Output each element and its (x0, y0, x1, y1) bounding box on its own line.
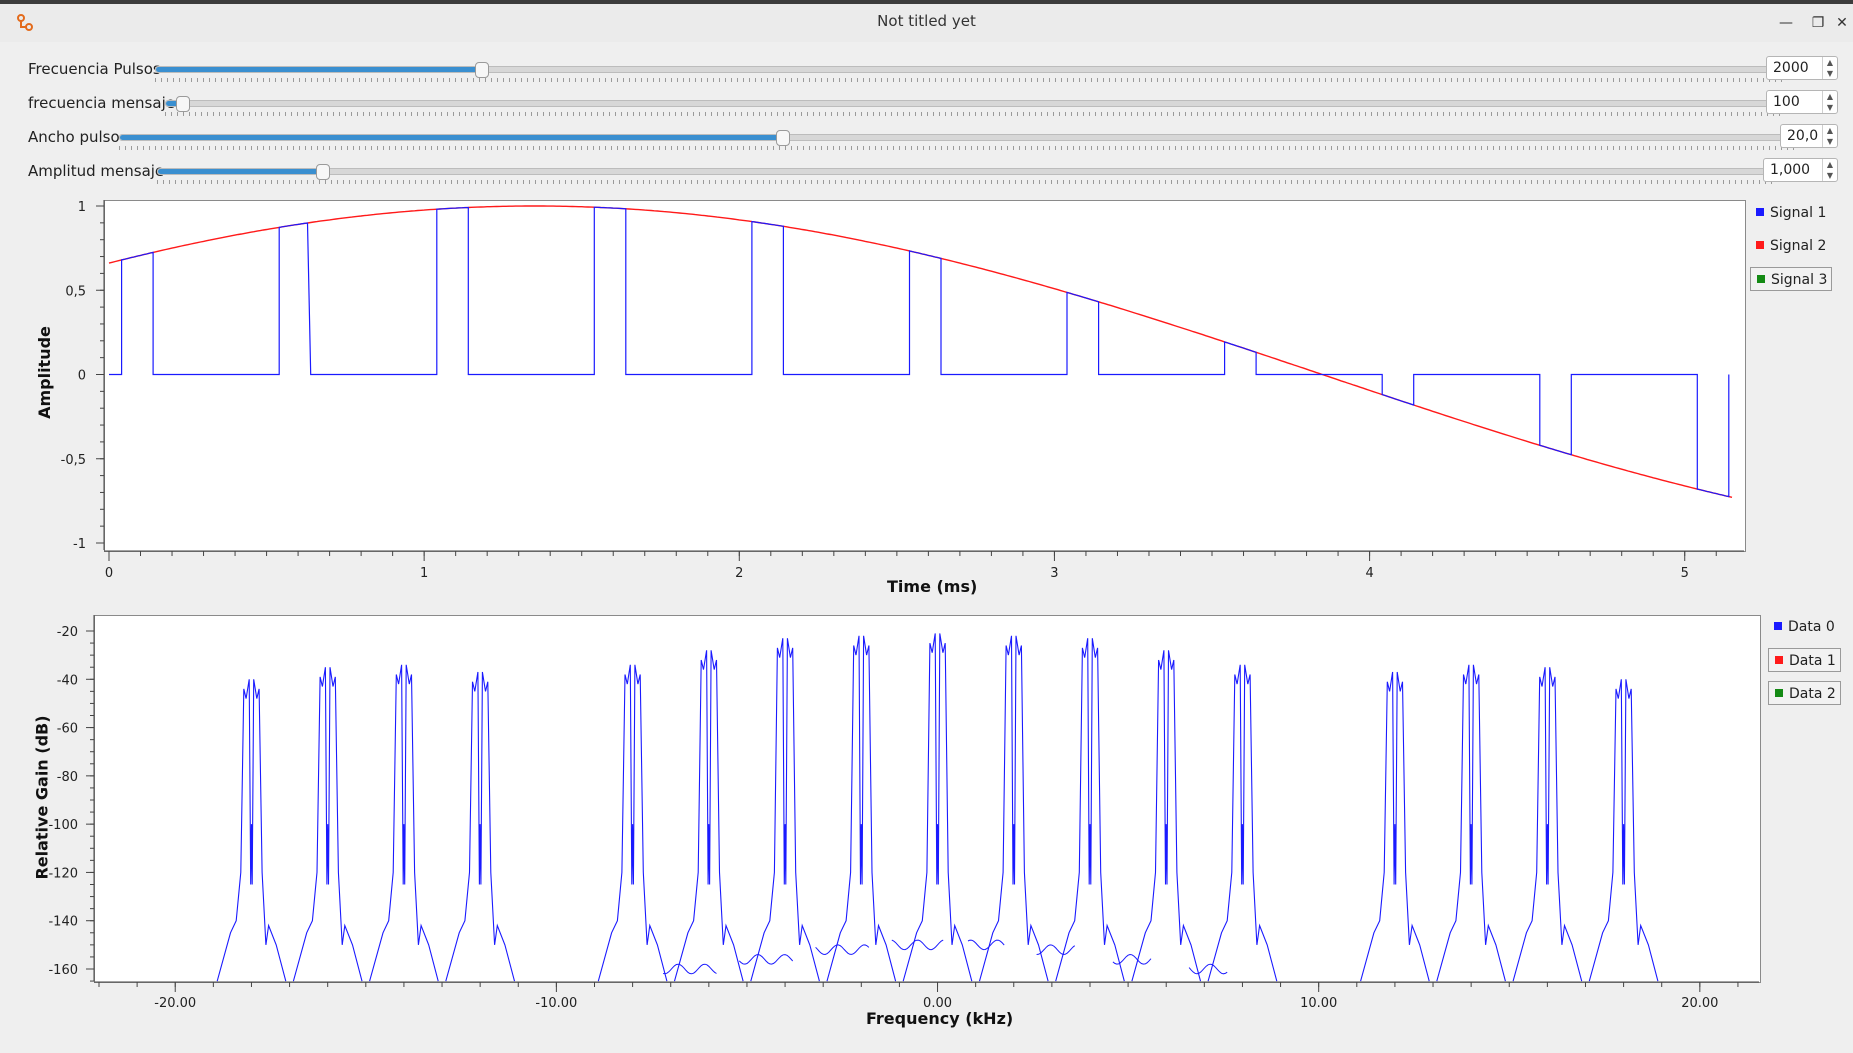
freq-peak (1512, 667, 1583, 982)
freq-y-tick-label: -60 (57, 722, 78, 737)
freq-x-tick-label: 20.00 (1681, 996, 1718, 1011)
freq-peak (902, 633, 973, 982)
freq-peak (216, 679, 287, 982)
freq-y-tick-label: -160 (48, 963, 78, 978)
freq-noise-floor (815, 944, 870, 956)
freq-peak (750, 638, 820, 982)
freq-y-tick-label: -100 (48, 818, 78, 833)
legend-data-0[interactable]: Data 0 (1768, 615, 1839, 639)
freq-peak (1055, 638, 1125, 982)
freq-peak (1131, 650, 1202, 982)
freq-y-tick-label: -40 (57, 673, 78, 688)
freq-peak (978, 635, 1049, 982)
freq-peak (445, 671, 516, 982)
freq-x-tick-label: 10.00 (1300, 996, 1337, 1011)
freq-peak (1207, 664, 1278, 982)
legend-label: Data 0 (1788, 619, 1835, 635)
freq-x-tick-label: -10.00 (535, 996, 577, 1011)
freq-y-tick-label: -140 (48, 915, 78, 930)
freq-y-tick-label: -120 (48, 866, 78, 881)
freq-noise-floor (663, 963, 717, 975)
freq-peak (1588, 679, 1659, 982)
freq-peak (292, 667, 363, 982)
legend-data-2[interactable]: Data 2 (1768, 681, 1841, 705)
freq-peak (369, 664, 439, 982)
freq-noise-floor (1188, 963, 1228, 975)
freq-peak (1436, 664, 1506, 982)
legend-label: Data 2 (1789, 686, 1836, 702)
freq-plot-xlabel: Frequency (kHz) (866, 1009, 1014, 1028)
freq-peak (597, 664, 668, 982)
freq-noise-floor (1036, 944, 1076, 956)
legend-swatch (1774, 622, 1782, 630)
freq-noise-floor (967, 939, 1005, 951)
freq-y-tick-label: -20 (57, 625, 78, 640)
freq-plot-ylabel: Relative Gain (dB) (32, 715, 52, 880)
legend-data-1[interactable]: Data 1 (1768, 648, 1841, 672)
legend-swatch (1775, 656, 1783, 664)
freq-plot-svg: -20 -40 -60 -80 -100 -120 -140 -160 -20.00 -10.00… (48, 615, 1759, 1011)
legend-label: Data 1 (1789, 653, 1836, 669)
freq-peak (826, 635, 897, 982)
legend-swatch (1775, 689, 1783, 697)
freq-x-tick-label: -20.00 (154, 996, 196, 1011)
freq-peak (1360, 671, 1430, 982)
freq-y-tick-label: -80 (57, 770, 78, 785)
freq-noise-floor (738, 953, 794, 965)
freq-noise-floor (891, 939, 944, 951)
freq-peak (673, 650, 744, 982)
